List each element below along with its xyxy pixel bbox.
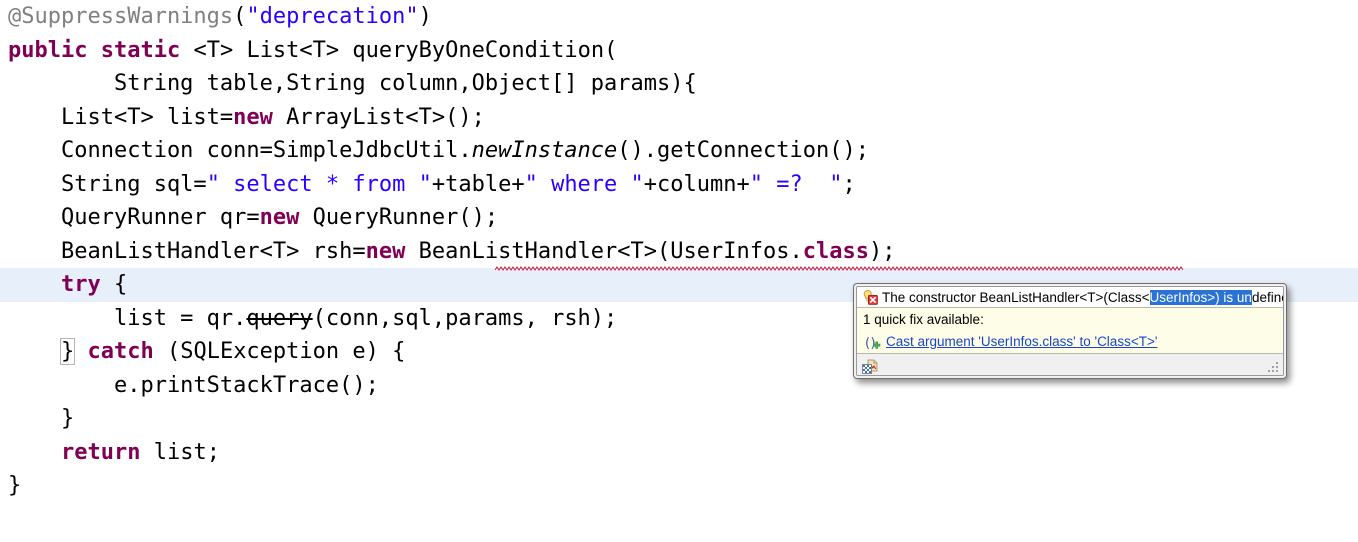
- line-beanlisthandler-token-0: BeanListHandler<T> rsh=: [8, 238, 366, 264]
- line-annotation-token-1: (: [233, 4, 247, 29]
- line-catch-token-2: [74, 339, 87, 364]
- resize-grip[interactable]: [1267, 361, 1278, 372]
- error-bulb-icon: [862, 289, 878, 305]
- svg-text:): ): [871, 336, 876, 351]
- line-connection-token-0: Connection conn=SimpleJdbcUtil.: [8, 138, 472, 163]
- popup-subtitle-label: 1 quick fix available:: [863, 311, 984, 327]
- line-sql[interactable]: String sql=" select * from "+table+" whe…: [0, 168, 1358, 202]
- line-method-signature-token-3: <T> List<T> queryByOneCondition(: [180, 37, 618, 63]
- line-return-token-1: return: [60, 439, 141, 465]
- line-method-params-token-0: String table,String column,Object[] para…: [8, 71, 697, 96]
- quick-fix-hover-popup[interactable]: The constructor BeanListHandler<T>(Class…: [853, 283, 1287, 379]
- line-sql-token-2: +table+: [431, 171, 525, 197]
- line-method-params[interactable]: String table,String column,Object[] para…: [0, 67, 1358, 101]
- line-queryrunner-token-0: QueryRunner qr=: [8, 205, 260, 230]
- line-method-signature[interactable]: public static <T> List<T> queryByOneCond…: [0, 34, 1358, 68]
- cast-argument-icon: ( ): [865, 335, 881, 351]
- line-annotation-token-3: ): [418, 4, 432, 29]
- line-list-decl-token-0: List<T> list=: [8, 104, 234, 130]
- line-list-decl-token-2: ArrayList<T>();: [272, 104, 485, 130]
- popup-error-message-row: The constructor BeanListHandler<T>(Class…: [857, 287, 1283, 308]
- line-catch-token-4: (SQLException e) {: [153, 339, 406, 364]
- line-list-decl[interactable]: List<T> list=new ArrayList<T>();: [0, 101, 1358, 135]
- line-queryrunner[interactable]: QueryRunner qr=new QueryRunner();: [0, 201, 1358, 235]
- line-sql-token-1: " select * from ": [206, 171, 432, 197]
- line-close-method[interactable]: }: [0, 469, 1358, 503]
- error-squiggle-underline: [494, 256, 1184, 271]
- line-catch-token-0: [8, 339, 61, 364]
- line-query-call-token-1: query: [246, 305, 313, 331]
- line-method-signature-token-0: public: [8, 37, 88, 63]
- line-catch-token-1: }: [59, 338, 76, 365]
- line-close-catch-token-0: }: [8, 406, 75, 431]
- line-beanlisthandler[interactable]: BeanListHandler<T> rsh=new BeanListHandl…: [0, 235, 1358, 269]
- line-method-signature-token-1: [87, 38, 100, 63]
- line-sql-token-0: String sql=: [8, 171, 207, 197]
- line-annotation-token-0: @SuppressWarnings: [8, 4, 234, 29]
- line-close-method-token-0: }: [8, 473, 22, 498]
- line-catch-token-3: catch: [87, 339, 154, 364]
- code-area[interactable]: @SuppressWarnings("deprecation") public s…: [0, 0, 1358, 503]
- line-beanlisthandler-token-1: new: [365, 238, 406, 264]
- line-list-decl-token-1: new: [233, 104, 273, 130]
- line-sql-token-5: " =? ": [749, 171, 843, 197]
- line-connection[interactable]: Connection conn=SimpleJdbcUtil.newInstan…: [0, 134, 1358, 168]
- line-try-token-1: try: [60, 272, 101, 297]
- line-annotation-token-2: "deprecation": [246, 4, 419, 29]
- popup-message-selected: UserInfos>) is un: [1149, 289, 1252, 305]
- line-printstacktrace-token-0: e.printStackTrace();: [8, 372, 379, 398]
- line-return[interactable]: return list;: [0, 436, 1358, 470]
- line-return-token-0: [8, 440, 61, 465]
- line-query-call-token-0: list = qr.: [8, 305, 247, 331]
- line-annotation[interactable]: @SuppressWarnings("deprecation"): [0, 0, 1358, 34]
- line-query-call-token-2: (conn,sql,params, rsh);: [312, 305, 618, 331]
- quick-fix-link[interactable]: Cast argument 'UserInfos.class' to 'Clas…: [886, 334, 1157, 349]
- popup-subtitle: 1 quick fix available:: [857, 308, 1283, 330]
- line-method-signature-token-2: static: [100, 37, 181, 63]
- line-sql-token-4: +column+: [643, 171, 750, 197]
- line-sql-token-6: ;: [842, 171, 856, 197]
- line-connection-token-2: ().getConnection();: [617, 138, 869, 163]
- line-queryrunner-token-1: new: [259, 205, 300, 230]
- line-try-token-2: {: [100, 272, 128, 297]
- popup-message-prefix: The constructor BeanListHandler<T>(Class…: [882, 289, 1150, 305]
- line-queryrunner-token-2: QueryRunner();: [299, 205, 499, 230]
- quick-fix-item[interactable]: ( ) Cast argument 'UserInfos.class' to '…: [857, 330, 1283, 353]
- svg-text:(: (: [865, 336, 870, 351]
- popup-message-suffix: defined: [1251, 289, 1283, 305]
- line-return-token-2: list;: [140, 439, 220, 465]
- configure-annotations-icon[interactable]: [862, 359, 880, 375]
- line-connection-token-1: newInstance: [471, 138, 618, 163]
- line-try-token-0: [8, 272, 61, 297]
- java-editor[interactable]: @SuppressWarnings("deprecation") public s…: [0, 0, 1358, 542]
- line-close-catch[interactable]: }: [0, 402, 1358, 436]
- popup-footer: [857, 353, 1283, 375]
- line-sql-token-3: " where ": [524, 171, 644, 197]
